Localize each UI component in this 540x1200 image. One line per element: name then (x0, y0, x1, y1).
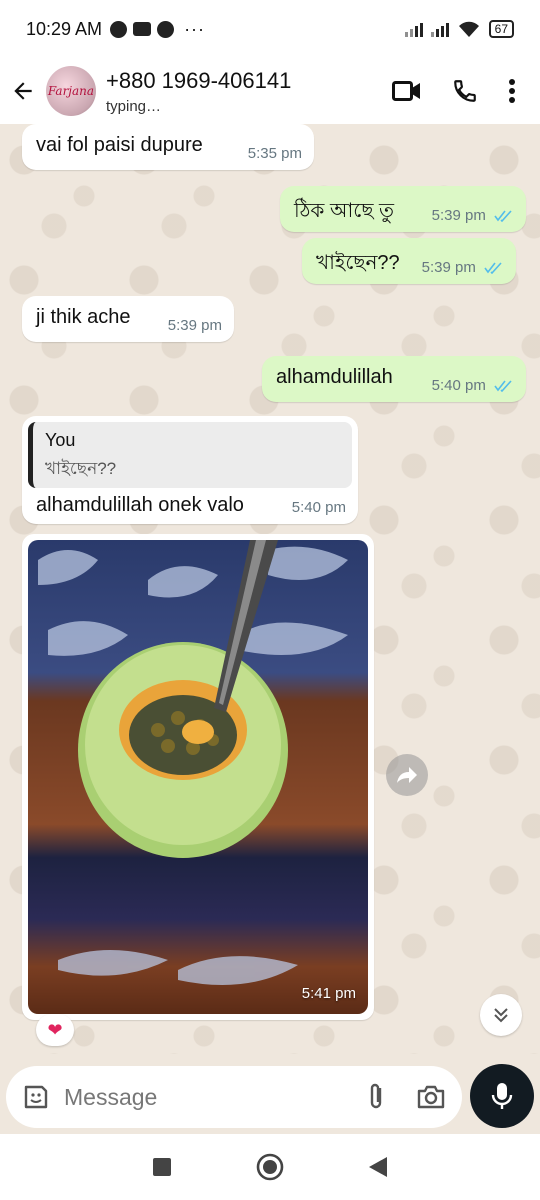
message-time-wrap: 5:39 pm (422, 259, 504, 276)
contact-status: typing… (106, 97, 162, 115)
heart-icon: ❤ (47, 1019, 63, 1040)
system-nav-bar (0, 1134, 540, 1200)
message-time: 5:35 pm (247, 145, 302, 162)
wifi-icon (458, 21, 479, 37)
voice-message-button[interactable] (470, 1064, 534, 1128)
message-bubble[interactable]: vai fol paisi dupure 5:35 pm (22, 124, 314, 170)
avatar-logo-text: Farjana (47, 84, 95, 98)
back-arrow-icon (14, 82, 32, 100)
contact-name: +880 1969-406141 (106, 67, 292, 93)
read-receipt-icon (484, 262, 502, 275)
read-receipt-icon (494, 380, 512, 393)
quoted-text: খাইছেন?? (45, 459, 117, 478)
message-time: 5:39 pm (421, 259, 476, 276)
message-time: 5:40 pm (431, 377, 486, 394)
photo[interactable]: 5:41 pm (28, 540, 368, 1014)
read-receipt-icon (494, 210, 512, 223)
signal-icon-2 (430, 21, 449, 37)
message-text: vai fol paisi dupure (36, 134, 203, 156)
message-time: 5:39 pm (431, 207, 486, 224)
message-time-wrap: 5:39 pm (432, 207, 514, 224)
message-input[interactable] (64, 1083, 314, 1111)
camera-icon[interactable] (416, 1084, 446, 1110)
chat-area[interactable]: vai fol paisi dupure 5:35 pm ঠিক আছে তু … (0, 124, 540, 1054)
facebook-icon (157, 20, 175, 38)
message-time-wrap: 5:40 pm (432, 377, 514, 394)
home-button[interactable] (255, 1152, 285, 1182)
quoted-author: You (45, 430, 76, 450)
avatar[interactable]: Farjana (46, 66, 96, 116)
status-time: 10:29 AM (26, 18, 103, 39)
status-bar: 10:29 AM ··· 67 (0, 0, 540, 58)
quoted-message[interactable]: You খাইছেন?? (28, 422, 352, 488)
back-nav-button[interactable] (367, 1155, 389, 1179)
message-time: 5:39 pm (167, 317, 222, 334)
back-button[interactable] (0, 78, 46, 104)
header-actions (392, 78, 540, 104)
message-text: খাইছেন?? (316, 252, 400, 274)
message-time: 5:40 pm (291, 499, 346, 516)
messenger-icon (110, 20, 128, 38)
scroll-to-bottom-button[interactable] (480, 994, 522, 1036)
photo-illustration (38, 540, 348, 985)
video-call-icon[interactable] (392, 79, 422, 103)
message-text: ji thik ache (36, 306, 131, 328)
forward-button[interactable] (386, 754, 428, 796)
battery-icon: 67 (488, 20, 514, 38)
message-bubble[interactable]: ঠিক আছে তু 5:39 pm (280, 186, 526, 232)
contact-info[interactable]: +880 1969-406141 typing… (106, 68, 291, 115)
message-bubble[interactable]: alhamdulillah 5:40 pm (262, 356, 526, 402)
status-right: 67 (404, 20, 514, 38)
message-text: alhamdulillah (276, 366, 393, 388)
reply-message-bubble[interactable]: You খাইছেন?? alhamdulillah onek valo 5:4… (22, 416, 358, 524)
reaction-badge[interactable]: ❤ (36, 1014, 74, 1046)
message-composer (6, 1066, 462, 1128)
voice-call-icon[interactable] (452, 78, 478, 104)
composer-actions (366, 1082, 446, 1112)
youtube-icon (133, 22, 152, 36)
double-chevron-down-icon (494, 1008, 508, 1023)
message-text: ঠিক আছে তু (294, 200, 395, 222)
signal-icon (404, 21, 423, 37)
image-message-bubble[interactable]: 5:41 pm (22, 534, 374, 1020)
recents-button[interactable] (151, 1156, 173, 1178)
forward-icon (397, 767, 417, 783)
message-time: 5:41 pm (301, 985, 356, 1002)
attachment-icon[interactable] (366, 1082, 386, 1112)
more-options-icon[interactable] (508, 78, 516, 104)
chat-header: Farjana +880 1969-406141 typing… (0, 58, 540, 124)
microphone-icon (491, 1083, 513, 1109)
message-bubble[interactable]: খাইছেন?? 5:39 pm (302, 238, 516, 284)
status-app-icons (110, 20, 175, 38)
message-text: alhamdulillah onek valo (36, 494, 244, 516)
message-bubble[interactable]: ji thik ache 5:39 pm (22, 296, 234, 342)
more-notifications-icon: ··· (184, 18, 206, 39)
sticker-icon[interactable] (22, 1083, 50, 1111)
